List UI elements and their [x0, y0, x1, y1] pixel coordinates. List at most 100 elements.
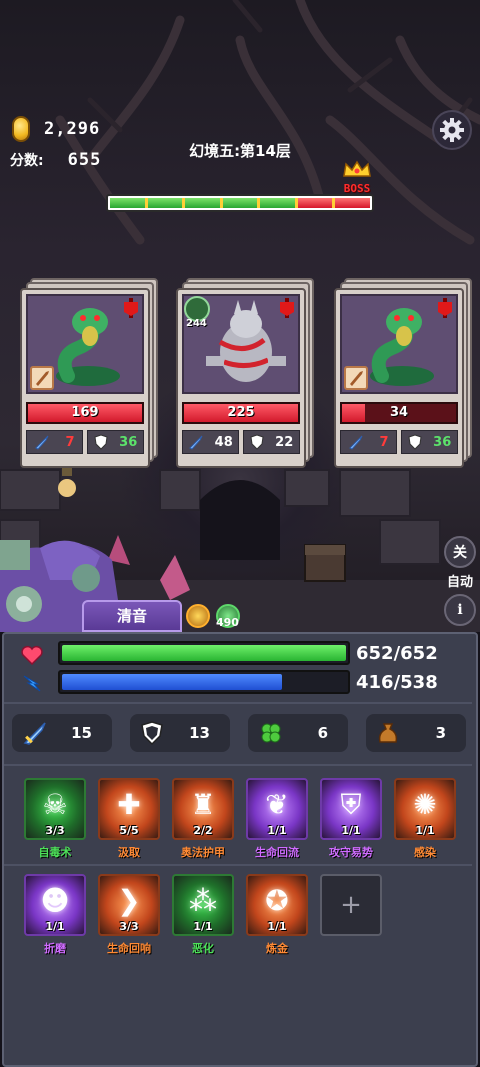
enemy-defense: 22: [243, 430, 300, 454]
sword-icon: [349, 435, 363, 450]
skill-name: 攻守易势: [329, 846, 373, 859]
skill-count: 1/1: [193, 920, 213, 933]
skill-count: 3/3: [119, 920, 139, 933]
enemy-hp-value: 225: [227, 405, 255, 420]
fire-buff-icon[interactable]: [186, 604, 210, 628]
skill-slot[interactable]: ⛨ 1/1: [320, 778, 382, 840]
splash-icon: ✺: [413, 788, 437, 821]
spirit-icon: ❦: [265, 788, 289, 821]
hp-bar: [58, 641, 350, 665]
sword-icon: [23, 722, 46, 745]
snake-portrait: [26, 294, 144, 394]
settings-button[interactable]: [432, 110, 472, 150]
enemy-hp-bar: 225: [182, 402, 300, 424]
danger-flag-icon: [280, 298, 294, 318]
progress-segment: [297, 198, 336, 208]
mp-row: [20, 672, 44, 694]
enemy-card-1[interactable]: 169 7 36: [20, 278, 158, 468]
clover-icon: [261, 723, 281, 743]
skill-count: 1/1: [45, 920, 65, 933]
enemy-card-face[interactable]: 34 7 36: [334, 288, 464, 468]
mp-bar: [58, 670, 350, 694]
skill-slot[interactable]: ⁂ 1/1: [172, 874, 234, 936]
flex-icon: ❯: [117, 884, 141, 917]
shield-icon: [408, 434, 422, 450]
shield-icon: [250, 434, 264, 450]
werewolf-portrait: 244: [182, 294, 300, 394]
skill-count: 1/1: [415, 824, 435, 837]
sword-icon: [35, 435, 49, 450]
add-skill-button[interactable]: +: [320, 874, 382, 936]
skill-name: 奥法护甲: [181, 846, 225, 859]
hp-value: 652/652: [356, 643, 438, 664]
progress-segment: [147, 198, 186, 208]
battle-scene: 2,296 分数: 655 幻境五:第14层 BOSS 169 7 36 244…: [0, 0, 480, 632]
mana-icon: [20, 672, 44, 694]
enemy-hp-bar: 34: [340, 402, 458, 424]
skill-slot[interactable]: ✪ 1/1: [246, 874, 308, 936]
hp-row: [20, 644, 44, 666]
skill-slot[interactable]: ❯ 3/3: [98, 874, 160, 936]
progress-segment: [260, 198, 298, 208]
enemy-card-3[interactable]: 34 7 36: [334, 278, 472, 468]
enemy-defense: 36: [401, 430, 458, 454]
gold-value: 2,296: [44, 119, 101, 139]
info-icon: i: [457, 602, 463, 618]
attack-stat[interactable]: 15: [12, 714, 112, 752]
skill-count: 1/1: [341, 824, 361, 837]
skill-count: 2/2: [193, 824, 213, 837]
skill-slot[interactable]: ☻ 1/1: [24, 874, 86, 936]
skull-icon: ☠: [42, 788, 68, 821]
defense-stat[interactable]: 13: [130, 714, 230, 752]
info-button[interactable]: i: [444, 594, 476, 626]
enemy-card-face[interactable]: 169 7 36: [20, 288, 150, 468]
enemy-attack: 7: [340, 430, 397, 454]
crown-icon: [343, 160, 371, 177]
enemy-hp-bar: 169: [26, 402, 144, 424]
gear-icon: [440, 118, 464, 142]
skill-count: 1/1: [267, 824, 287, 837]
skill-slot[interactable]: ☠ 3/3: [24, 778, 86, 840]
skill-name: 炼金: [266, 942, 288, 955]
enemy-hp-value: 34: [389, 405, 409, 420]
enemy-attack: 7: [26, 430, 83, 454]
progress-segment: [110, 198, 148, 208]
enemy-hp-value: 169: [71, 405, 99, 420]
poison-stack: 244: [186, 318, 207, 329]
danger-flag-icon: [438, 298, 452, 318]
skill-slot[interactable]: ✚ 5/5: [98, 778, 160, 840]
skill-slot[interactable]: ❦ 1/1: [246, 778, 308, 840]
skill-slot[interactable]: ✺ 1/1: [394, 778, 456, 840]
auto-label: 自动: [446, 575, 473, 590]
skill-count: 1/1: [267, 920, 287, 933]
skill-slot[interactable]: ♜ 2/2: [172, 778, 234, 840]
progress-segment: [185, 198, 223, 208]
skill-count: 3/3: [45, 824, 65, 837]
enemy-card-2[interactable]: 244 225 48 22: [176, 278, 314, 468]
danger-flag-icon: [124, 298, 138, 318]
progress-segment: [335, 198, 371, 208]
poison-buff-value: 490: [216, 616, 239, 629]
hero-nameplate[interactable]: 清音: [82, 600, 182, 632]
progress-segment: [222, 198, 261, 208]
close-auto-button[interactable]: 关: [444, 536, 476, 568]
skill-name: 自毒术: [38, 846, 72, 859]
demon-icon: ☻: [40, 884, 70, 917]
shield-icon: [141, 721, 163, 746]
gold-coin-icon: [12, 116, 30, 142]
snake-portrait: [340, 294, 458, 394]
enemy-card-face[interactable]: 244 225 48 22: [176, 288, 306, 468]
skill-name: 感染: [414, 846, 436, 859]
skill-name: 恶化: [192, 942, 214, 955]
cross-icon: ✚: [117, 788, 141, 821]
skill-name: 生命回响: [107, 942, 151, 955]
mp-value: 416/538: [356, 672, 438, 693]
bag-stat[interactable]: 3: [366, 714, 466, 752]
weapon-icon: [30, 366, 54, 390]
luck-stat[interactable]: 6: [248, 714, 348, 752]
shield-swap-icon: ⛨: [340, 788, 362, 821]
alchemy-icon: ✪: [265, 884, 289, 917]
shield-icon: [94, 434, 108, 450]
weapon-icon: [344, 366, 368, 390]
skill-name: 汲取: [118, 846, 140, 859]
